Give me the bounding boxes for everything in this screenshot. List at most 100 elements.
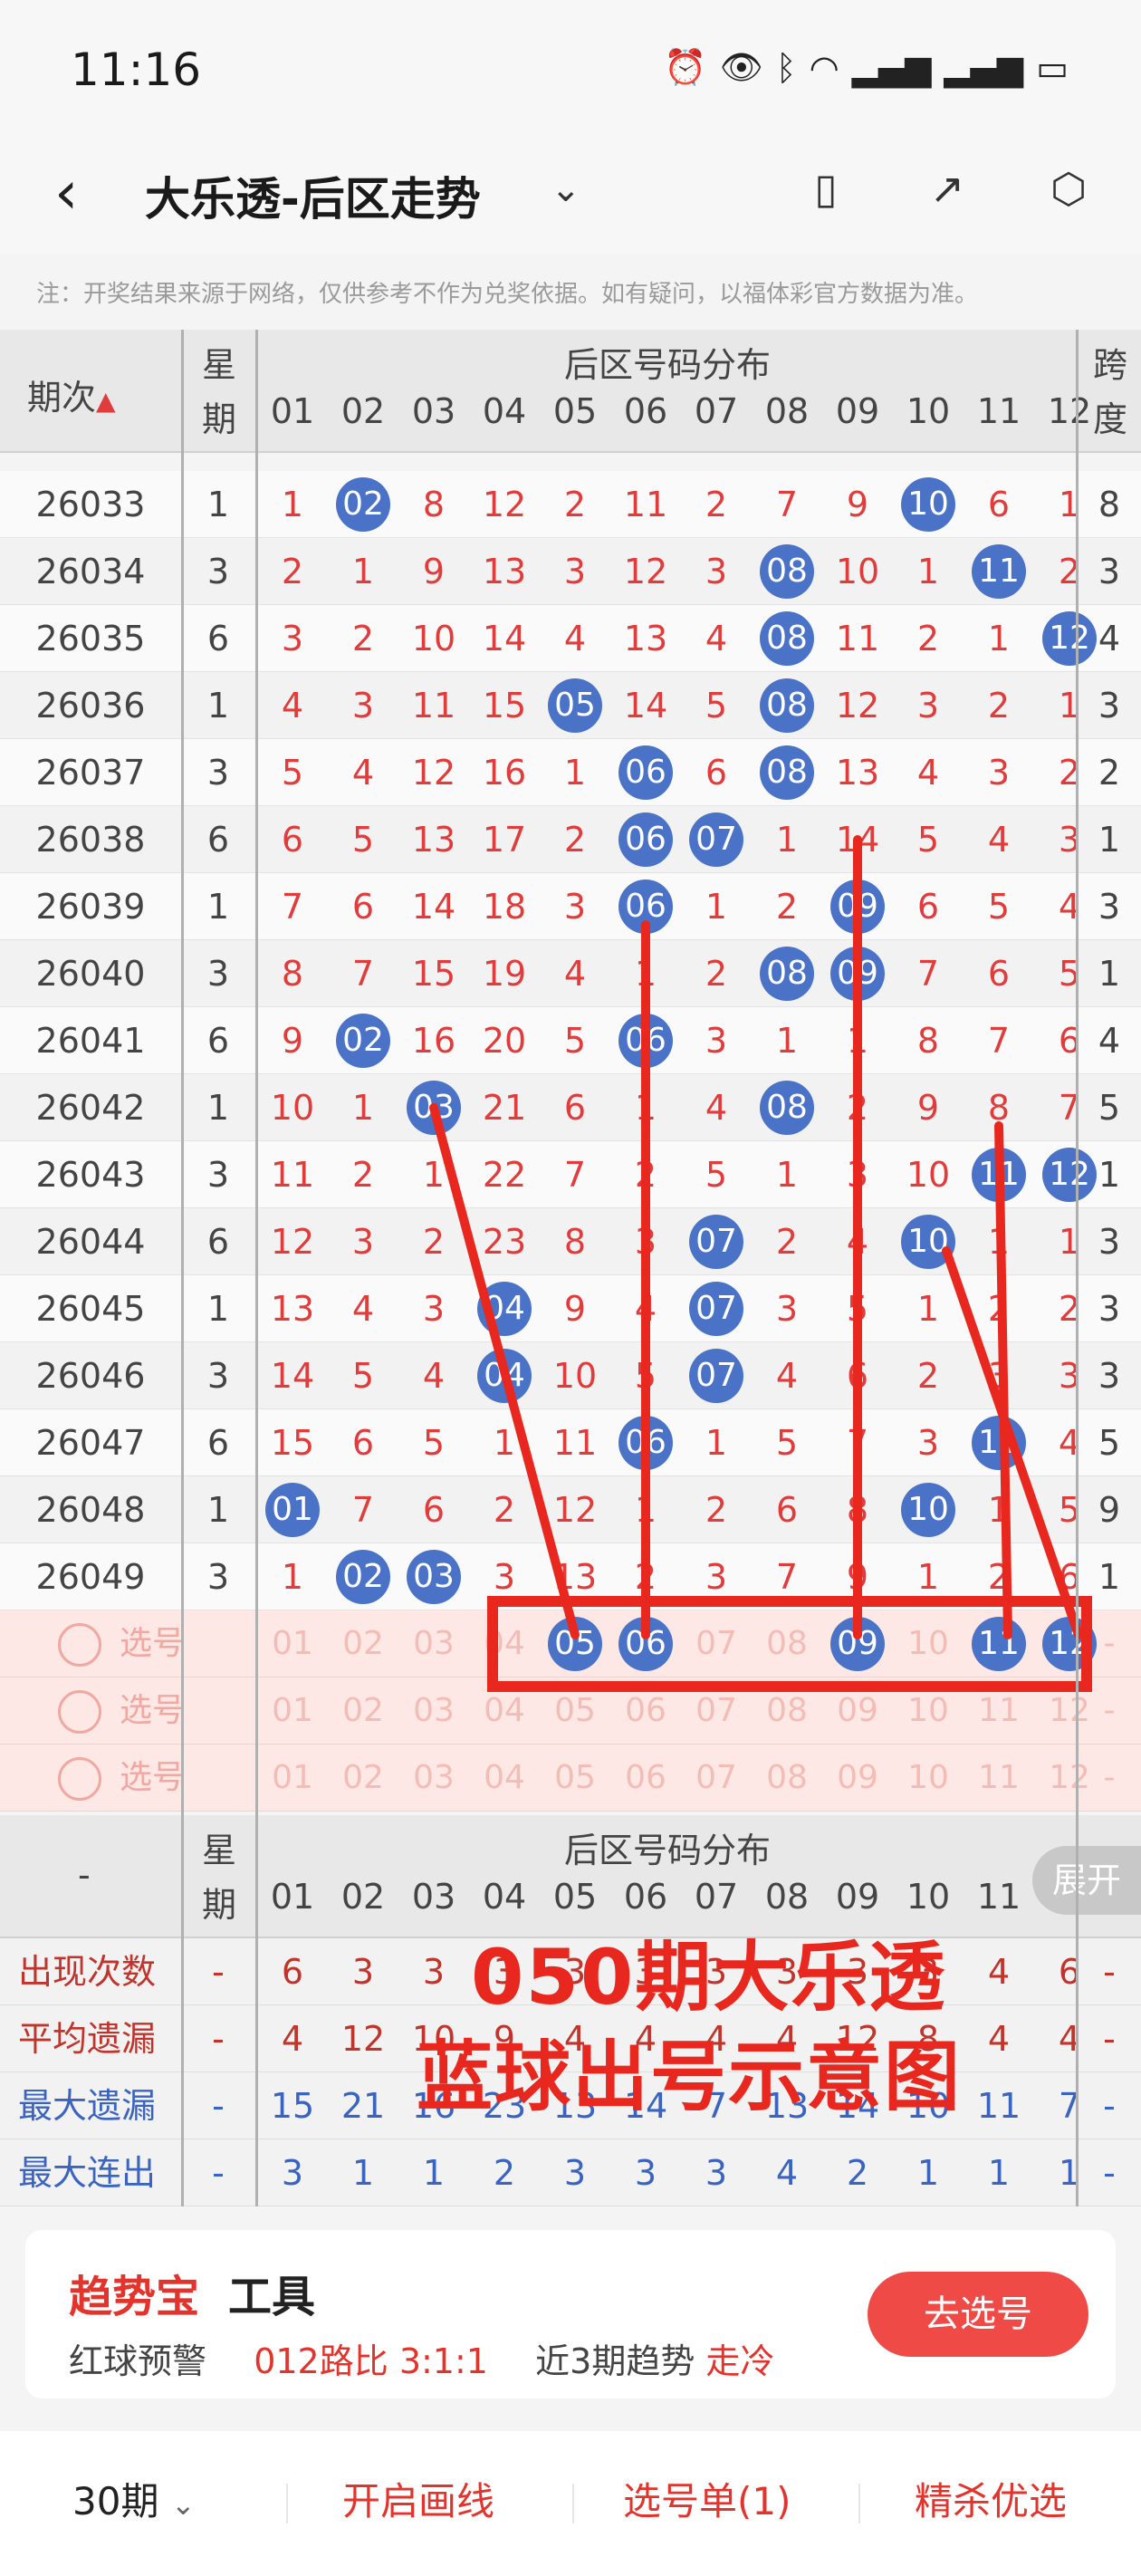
kill-optimize-button[interactable]: 精杀优选 xyxy=(915,2471,1067,2526)
back-arrow-icon[interactable]: ‹ xyxy=(54,158,78,227)
pick-number[interactable]: 05 xyxy=(540,1745,610,1812)
pick-list-button[interactable]: 选号单(1) xyxy=(623,2471,791,2526)
selected-ball[interactable]: 09 xyxy=(830,1617,885,1671)
number-header: 01 xyxy=(270,1877,315,1917)
selected-ball[interactable]: 11 xyxy=(972,1617,1026,1671)
span-value: 5 xyxy=(1098,1423,1121,1463)
omission-value: 14 xyxy=(623,686,668,726)
omission-value: 1 xyxy=(705,1423,728,1463)
pick-number[interactable]: 04 xyxy=(469,1610,540,1677)
omission-value: 6 xyxy=(351,887,375,927)
pick-number[interactable]: 10 xyxy=(893,1610,964,1677)
radio-button[interactable] xyxy=(58,1757,101,1801)
omission-value: 5 xyxy=(846,1289,869,1329)
table-row: 26042 1 10 1 03 21 6 1 4 08 2 9 8 7 5 xyxy=(0,1074,1141,1141)
pick-number[interactable]: 07 xyxy=(681,1610,752,1677)
pick-number[interactable]: 08 xyxy=(752,1745,822,1812)
expand-button[interactable]: 展开 xyxy=(1032,1846,1141,1915)
stat-value: 3 xyxy=(705,2153,728,2193)
number-header: 01 xyxy=(270,391,315,431)
stat-value: 3 xyxy=(634,2153,657,2193)
pick-number[interactable]: 01 xyxy=(257,1677,328,1745)
draw-line-button[interactable]: 开启画线 xyxy=(342,2471,494,2526)
pick-number[interactable]: 02 xyxy=(328,1745,398,1812)
radio-button[interactable] xyxy=(58,1690,101,1734)
omission-value: 3 xyxy=(987,1356,1011,1396)
pick-number[interactable]: 07 xyxy=(681,1745,752,1812)
pick-number[interactable]: 11 xyxy=(964,1745,1034,1812)
table-header: 期次▲ 星 期 后区号码分布 01 02 03 04 05 06 07 08 09 10 11 12 … xyxy=(0,330,1141,453)
pick-number[interactable]: 04 xyxy=(469,1745,540,1812)
number-header: 09 xyxy=(835,391,880,431)
settings-icon[interactable]: ⬡ xyxy=(1043,163,1094,214)
span-value: 2 xyxy=(1098,753,1121,793)
alarm-icon: ⏰ xyxy=(664,47,707,87)
omission-value: 4 xyxy=(351,753,375,793)
number-header: 08 xyxy=(764,391,810,431)
drawn-ball: 08 xyxy=(760,947,814,1001)
omission-value: 15 xyxy=(411,954,456,994)
page-title[interactable]: 大乐透-后区走势 xyxy=(145,163,481,228)
pick-label[interactable]: 选号 xyxy=(120,1745,185,1812)
go-pick-button[interactable]: 去选号 xyxy=(868,2272,1088,2357)
weekday: 6 xyxy=(206,1021,230,1061)
pick-number[interactable]: 03 xyxy=(398,1745,469,1812)
stat-value: 12 xyxy=(340,2019,386,2059)
share-icon[interactable]: ↗ xyxy=(922,163,973,214)
pick-number[interactable]: 09 xyxy=(822,1677,893,1745)
period-selector[interactable]: 30期 ⌄ xyxy=(72,2471,196,2526)
weekday: 1 xyxy=(206,1490,230,1530)
pick-number[interactable]: 02 xyxy=(328,1610,398,1677)
pick-number[interactable]: 10 xyxy=(893,1677,964,1745)
issue-header[interactable]: 期次▲ xyxy=(27,370,116,419)
pick-number[interactable]: 04 xyxy=(469,1677,540,1745)
omission-value: 3 xyxy=(351,686,375,726)
drawn-ball: 06 xyxy=(618,1416,673,1470)
pick-number[interactable]: 11 xyxy=(964,1677,1034,1745)
span-value: 1 xyxy=(1098,1155,1121,1195)
weekday: 3 xyxy=(206,753,230,793)
stat-value: 2 xyxy=(493,2153,516,2193)
stat-week: - xyxy=(212,1952,225,1992)
pick-label[interactable]: 选号 xyxy=(120,1610,185,1677)
pick-number[interactable]: 03 xyxy=(398,1610,469,1677)
omission-value: 3 xyxy=(987,753,1011,793)
drawn-ball: 06 xyxy=(618,812,673,867)
pick-label[interactable]: 选号 xyxy=(120,1677,185,1745)
device-icon[interactable]: ▯ xyxy=(801,163,851,214)
pick-number[interactable]: 05 xyxy=(540,1677,610,1745)
stat-label: 平均遗漏 xyxy=(18,2019,157,2059)
pick-number[interactable]: 01 xyxy=(257,1610,328,1677)
omission-value: 2 xyxy=(775,1222,799,1262)
pick-number[interactable]: 07 xyxy=(681,1677,752,1745)
omission-value: 12 xyxy=(411,753,456,793)
omission-value: 1 xyxy=(351,1088,375,1128)
radio-button[interactable] xyxy=(58,1623,101,1667)
pick-number[interactable]: 08 xyxy=(752,1677,822,1745)
card-tool-label: 工具 xyxy=(228,2272,316,2322)
chevron-down-icon: ⌄ xyxy=(170,2487,196,2522)
omission-value: 5 xyxy=(563,1021,587,1061)
status-time: 11:16 xyxy=(71,43,202,96)
omission-value: 1 xyxy=(775,1021,799,1061)
issue-number: 26046 xyxy=(35,1356,146,1396)
drawn-ball: 07 xyxy=(689,812,743,867)
omission-value: 23 xyxy=(482,1222,527,1262)
drawn-ball: 02 xyxy=(336,477,390,532)
signal-icon-2: ▂▄▆ xyxy=(944,47,1024,88)
selected-ball[interactable]: 06 xyxy=(618,1617,673,1671)
pick-number[interactable]: 01 xyxy=(257,1745,328,1812)
pick-number[interactable]: 06 xyxy=(610,1745,681,1812)
issue-number: 26044 xyxy=(35,1222,146,1262)
chevron-down-icon[interactable]: ⌄ xyxy=(551,168,581,210)
screen: 11:16 ⏰ 👁 ᛒ ◠ ▂▄▆ ▂▄▆ ▭ ‹ 大乐透-后区走势 ⌄ ▯ ↗… xyxy=(0,0,1141,2576)
pick-number[interactable]: 06 xyxy=(610,1677,681,1745)
span-value: 3 xyxy=(1098,686,1121,726)
omission-value: 1 xyxy=(705,887,728,927)
pick-number[interactable]: 08 xyxy=(752,1610,822,1677)
pick-number[interactable]: 10 xyxy=(893,1745,964,1812)
selected-ball[interactable]: 05 xyxy=(548,1617,602,1671)
pick-number[interactable]: 09 xyxy=(822,1745,893,1812)
pick-number[interactable]: 02 xyxy=(328,1677,398,1745)
pick-number[interactable]: 03 xyxy=(398,1677,469,1745)
